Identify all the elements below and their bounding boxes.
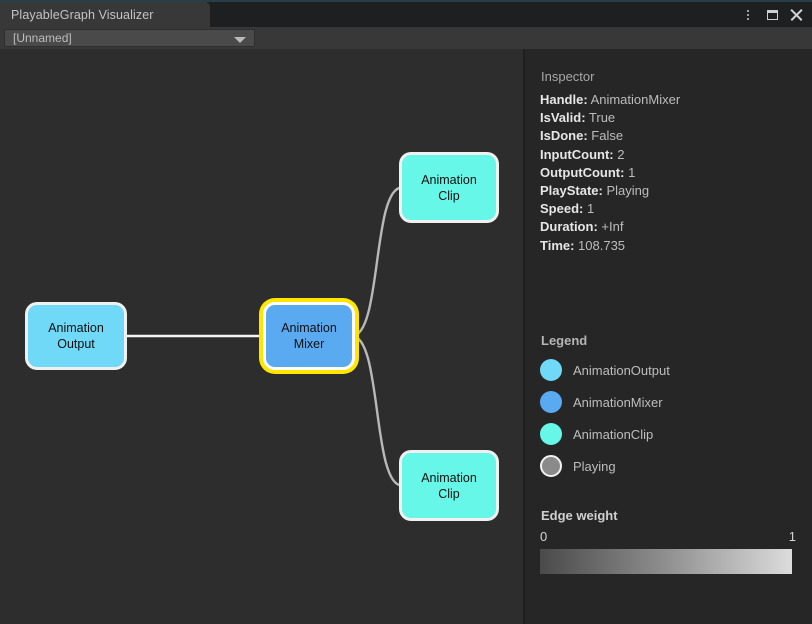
chevron-down-icon	[234, 37, 246, 43]
legend-item: AnimationOutput	[540, 354, 805, 386]
inspector-properties: Handle: AnimationMixer IsValid: True IsDon…	[540, 91, 805, 255]
inspector-property-key: Duration:	[540, 219, 598, 235]
tab-playablegraph-visualizer[interactable]: PlayableGraph Visualizer	[0, 2, 210, 27]
edge-weight-max-label: 1	[788, 529, 796, 544]
inspector-property-value: 1	[624, 164, 636, 180]
graph-node-label: Animation Output	[48, 321, 104, 351]
inspector-property-key: OutputCount:	[540, 164, 625, 180]
legend-item: AnimationMixer	[540, 386, 805, 418]
graph-node-label: Animation Clip	[421, 470, 477, 501]
inspector-property-value: True	[585, 110, 616, 126]
inspector-property-key: IsDone:	[540, 128, 588, 144]
legend-item-label: AnimationMixer	[573, 394, 663, 410]
inspector-property-value: False	[587, 128, 624, 144]
legend-list: AnimationOutput AnimationMixer AnimationCl…	[540, 354, 805, 482]
playablegraph-visualizer-window: PlayableGraph Visualizer [Unnamed] Anima…	[0, 0, 812, 624]
edge-weight-gradient-bar	[540, 549, 792, 574]
edge-weight-title: Edge weight	[541, 508, 618, 523]
inspector-property-value: +Inf	[597, 219, 624, 235]
maximize-icon	[766, 9, 778, 20]
legend-item-label: Playing	[573, 458, 616, 474]
legend-color-swatch-icon	[540, 423, 562, 445]
legend-item-label: AnimationClip	[573, 426, 654, 442]
inspector-property-row: PlayState: Playing	[540, 182, 805, 200]
inspector-property-key: Speed:	[540, 201, 584, 217]
inspector-property-value: 108.735	[574, 237, 626, 253]
inspector-property-key: InputCount:	[540, 146, 614, 162]
inspector-property-value: Playing	[602, 183, 650, 199]
graph-edge-edge-mixer-clip-top	[350, 186, 404, 338]
inspector-title: Inspector	[541, 69, 595, 84]
legend-item: Playing	[540, 450, 805, 482]
window-menu-button[interactable]	[737, 2, 759, 27]
window-maximize-button[interactable]	[761, 2, 783, 27]
window-close-button[interactable]	[785, 2, 807, 27]
graph-canvas[interactable]: Animation Output Animation Mixer Animation…	[0, 49, 523, 624]
inspector-property-row: InputCount: 2	[540, 146, 805, 164]
graph-selector-value: [Unnamed]	[13, 31, 72, 45]
inspector-property-key: PlayState:	[540, 183, 603, 199]
inspector-property-key: Handle:	[540, 92, 588, 107]
kebab-menu-icon	[747, 9, 749, 20]
inspector-property-row: OutputCount: 1	[540, 164, 805, 182]
graph-node-animation-mixer[interactable]: Animation Mixer	[266, 305, 352, 367]
inspector-property-row: IsValid: True	[540, 109, 805, 127]
inspector-property-value: AnimationMixer	[587, 92, 681, 107]
inspector-property-row: Duration: +Inf	[540, 218, 805, 236]
inspector-panel: Inspector Handle: AnimationMixer IsValid:…	[525, 49, 812, 624]
graph-selector-dropdown[interactable]: [Unnamed]	[4, 29, 255, 47]
inspector-property-value: 2	[613, 146, 625, 162]
window-controls	[737, 2, 807, 27]
graph-node-label: Animation Clip	[421, 172, 477, 203]
legend-color-swatch-icon	[540, 391, 562, 413]
legend-title: Legend	[541, 333, 588, 348]
inspector-property-key: IsValid:	[540, 110, 586, 126]
inspector-property-key: Time:	[540, 237, 575, 253]
tab-label: PlayableGraph Visualizer	[11, 7, 154, 22]
legend-color-swatch-icon	[540, 359, 562, 381]
inspector-property-row: Speed: 1	[540, 200, 805, 218]
graph-node-label: Animation Mixer	[281, 321, 337, 351]
window-titlebar: PlayableGraph Visualizer	[0, 2, 812, 27]
inspector-property-row: IsDone: False	[540, 127, 805, 145]
inspector-property-row: Time: 108.735	[540, 237, 805, 255]
legend-item: AnimationClip	[540, 418, 805, 450]
graph-node-animation-clip-bottom[interactable]: Animation Clip	[402, 453, 496, 518]
toolbar: [Unnamed]	[0, 27, 812, 49]
close-icon	[790, 9, 802, 21]
edge-weight-legend: 0 1	[540, 529, 796, 574]
graph-node-animation-output[interactable]: Animation Output	[28, 305, 124, 367]
edge-weight-min-label: 0	[540, 529, 548, 544]
legend-item-label: AnimationOutput	[573, 362, 670, 378]
graph-node-animation-clip-top[interactable]: Animation Clip	[402, 155, 496, 220]
edge-weight-scale: 0 1	[540, 529, 796, 549]
inspector-property-value: 1	[583, 201, 595, 217]
graph-edge-edge-mixer-clip-bottom	[350, 334, 404, 487]
inspector-property-row: Handle: AnimationMixer	[540, 91, 805, 109]
legend-color-swatch-icon	[540, 455, 562, 477]
